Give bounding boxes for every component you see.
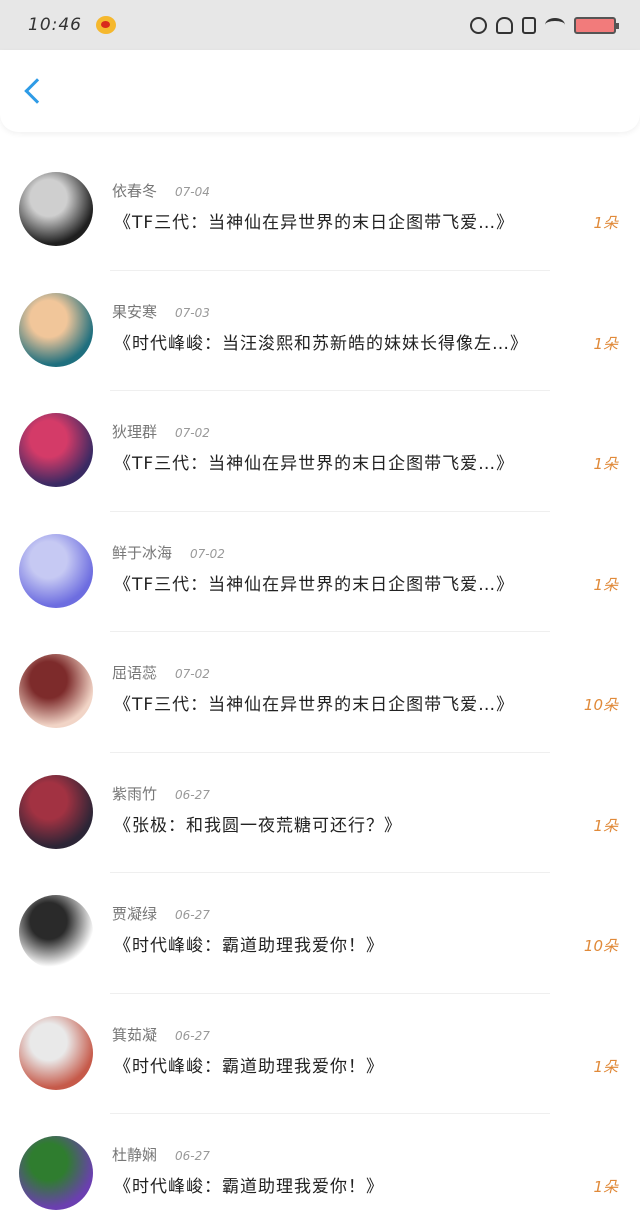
item-date: 06-27 [175, 787, 210, 802]
user-name[interactable]: 果安寒 [112, 301, 157, 322]
item-meta: 依春冬 07-04 [112, 180, 210, 201]
item-date: 07-04 [175, 185, 210, 199]
avatar[interactable] [19, 533, 93, 608]
gift-record-list: 依春冬 07-04 《TF三代：当神仙在异世界的末日企图带飞爱…》 1朵 果安寒 07-0… [0, 132, 640, 1212]
flower-count: 1朵 [593, 334, 618, 353]
item-date: 07-02 [175, 667, 210, 681]
flower-count: 1朵 [593, 1178, 618, 1196]
flower-count: 1朵 [593, 214, 618, 232]
book-title[interactable]: 《TF三代：当神仙在异世界的末日企图带飞爱…》 [114, 570, 514, 595]
avatar[interactable] [19, 413, 93, 487]
avatar[interactable] [19, 774, 93, 849]
book-title[interactable]: 《时代峰峻：霸道助理我爱你！》 [114, 931, 384, 956]
book-title[interactable]: 《TF三代：当神仙在异世界的末日企图带飞爱…》 [114, 208, 514, 233]
list-item[interactable]: 鲜于冰海 07-02 《TF三代：当神仙在异世界的末日企图带飞爱…》 1朵 [0, 512, 640, 633]
battery-icon [574, 16, 619, 34]
item-meta: 屈语蕊 07-02 [112, 662, 210, 683]
flower-count: 10朵 [583, 696, 618, 714]
item-meta: 箕茹凝 06-27 [112, 1024, 210, 1045]
flower-count: 1朵 [593, 1057, 618, 1076]
user-name[interactable]: 杜静娴 [112, 1144, 157, 1165]
list-item[interactable]: 箕茹凝 06-27 《时代峰峻：霸道助理我爱你！》 1朵 [0, 994, 640, 1115]
list-item[interactable]: 杜静娴 06-27 《时代峰峻：霸道助理我爱你！》 1朵 [0, 1114, 640, 1212]
flower-count: 1朵 [593, 455, 618, 473]
flower-count: 1朵 [593, 575, 618, 594]
item-meta: 贾凝绿 06-27 [112, 903, 210, 924]
avatar[interactable] [19, 1136, 93, 1210]
item-meta: 狄理群 07-02 [112, 421, 210, 442]
list-item[interactable]: 紫雨竹 06-27 《张极：和我圆一夜荒糖可还行？》 1朵 [0, 753, 640, 874]
user-name[interactable]: 贾凝绿 [112, 903, 157, 924]
user-name[interactable]: 鲜于冰海 [112, 542, 172, 563]
list-item[interactable]: 狄理群 07-02 《TF三代：当神仙在异世界的末日企图带飞爱…》 1朵 [0, 391, 640, 512]
avatar[interactable] [19, 654, 93, 728]
user-name[interactable]: 屈语蕊 [112, 662, 157, 683]
item-meta: 鲜于冰海 07-02 [112, 542, 225, 563]
chevron-left-icon [24, 78, 50, 104]
avatar[interactable] [19, 172, 93, 246]
book-title[interactable]: 《TF三代：当神仙在异世界的末日企图带飞爱…》 [114, 690, 514, 715]
user-name[interactable]: 紫雨竹 [112, 783, 157, 804]
list-item[interactable]: 贾凝绿 06-27 《时代峰峻：霸道助理我爱你！》 10朵 [0, 873, 640, 994]
avatar[interactable] [19, 1015, 93, 1090]
item-date: 06-27 [175, 908, 210, 922]
item-date: 07-02 [175, 426, 210, 440]
back-button[interactable] [20, 71, 50, 111]
list-item[interactable]: 果安寒 07-03 《时代峰峻：当汪浚熙和苏新皓的妹妹长得像左…》 1朵 [0, 271, 640, 392]
item-meta: 紫雨竹 06-27 [112, 783, 210, 804]
item-meta: 杜静娴 06-27 [112, 1144, 210, 1165]
weibo-icon [96, 16, 116, 34]
flower-count: 10朵 [583, 937, 618, 955]
list-item[interactable]: 依春冬 07-04 《TF三代：当神仙在异世界的末日企图带飞爱…》 1朵 [0, 150, 640, 271]
nav-bar [0, 50, 640, 132]
user-name[interactable]: 狄理群 [112, 421, 157, 442]
book-title[interactable]: 《时代峰峻：霸道助理我爱你！》 [114, 1052, 384, 1077]
status-time: 10:46 [28, 15, 82, 35]
item-date: 06-27 [175, 1028, 210, 1043]
avatar[interactable] [19, 895, 93, 969]
user-name[interactable]: 依春冬 [112, 180, 157, 201]
item-date: 07-03 [175, 305, 210, 320]
status-left: 10:46 [28, 15, 116, 35]
book-title[interactable]: 《时代峰峻：当汪浚熙和苏新皓的妹妹长得像左…》 [114, 329, 528, 354]
item-date: 06-27 [175, 1149, 210, 1163]
mute-bell-icon [496, 16, 513, 34]
list-item[interactable]: 屈语蕊 07-02 《TF三代：当神仙在异世界的末日企图带飞爱…》 10朵 [0, 632, 640, 753]
alarm-icon [470, 16, 487, 34]
flower-count: 1朵 [593, 816, 618, 835]
status-bar: 10:46 [0, 0, 640, 50]
item-meta: 果安寒 07-03 [112, 301, 210, 322]
item-date: 07-02 [190, 546, 225, 561]
sim-icon [522, 16, 536, 34]
avatar[interactable] [19, 292, 93, 367]
book-title[interactable]: 《时代峰峻：霸道助理我爱你！》 [114, 1172, 384, 1197]
status-right [470, 16, 619, 34]
book-title[interactable]: 《TF三代：当神仙在异世界的末日企图带飞爱…》 [114, 449, 514, 474]
wifi-icon [545, 18, 565, 32]
book-title[interactable]: 《张极：和我圆一夜荒糖可还行？》 [114, 811, 402, 836]
user-name[interactable]: 箕茹凝 [112, 1024, 157, 1045]
